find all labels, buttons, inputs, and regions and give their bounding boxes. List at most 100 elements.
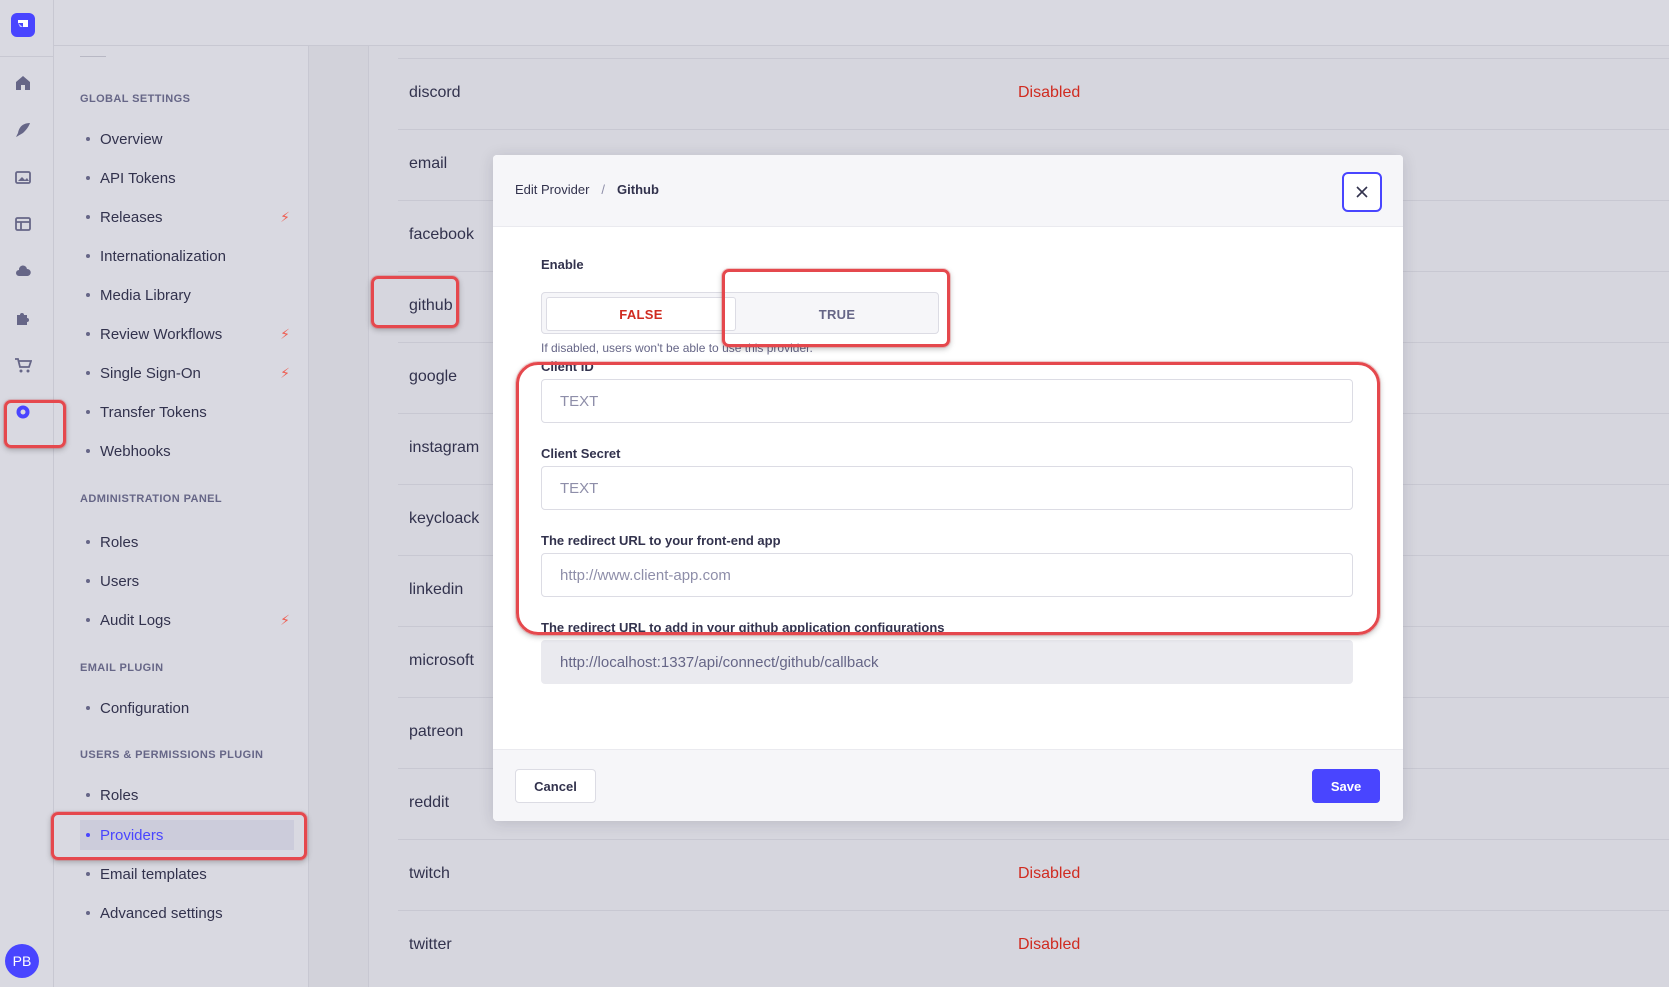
- bullet: [86, 579, 90, 583]
- bullet: [86, 293, 90, 297]
- status-badge: Disabled: [1018, 936, 1081, 953]
- subnav-item-users[interactable]: Users: [80, 566, 294, 596]
- subnav-item-advanced-settings[interactable]: Advanced settings: [80, 898, 294, 928]
- subnav-item-up-roles[interactable]: Roles: [80, 780, 294, 810]
- bullet: [86, 449, 90, 453]
- subnav-item-label: Overview: [100, 130, 163, 148]
- provider-name: linkedin: [409, 581, 464, 598]
- subnav-item-webhooks[interactable]: Webhooks: [80, 436, 294, 466]
- settings-icon[interactable]: [11, 400, 35, 424]
- home-icon[interactable]: [11, 71, 35, 95]
- subnav-item-email-templates[interactable]: Email templates: [80, 859, 294, 889]
- subnav-item-api-tokens[interactable]: API Tokens: [80, 163, 294, 193]
- provider-name: microsoft: [409, 652, 474, 669]
- table-row[interactable]: twitter Disabled: [398, 910, 1669, 981]
- close-button[interactable]: [1342, 172, 1382, 212]
- subnav-item-label: Releases: [100, 208, 163, 226]
- subnav-item-label: Media Library: [100, 286, 191, 304]
- media-icon[interactable]: [11, 165, 35, 189]
- redirect-config-label: The redirect URL to add in your github a…: [541, 620, 945, 635]
- table-row[interactable]: discord Disabled: [398, 58, 1669, 129]
- subnav-item-label: Single Sign-On: [100, 364, 201, 382]
- modal-header: Edit Provider / Github: [493, 155, 1403, 227]
- client-secret-input[interactable]: TEXT: [541, 466, 1353, 510]
- subnav-item-review-workflows[interactable]: Review Workflows ⚡: [80, 319, 294, 349]
- subnav-item-admin-roles[interactable]: Roles: [80, 527, 294, 557]
- subnav-item-label: API Tokens: [100, 169, 176, 187]
- subnav-item-providers[interactable]: Providers: [80, 820, 294, 850]
- cloud-icon[interactable]: [11, 259, 35, 283]
- subnav-item-label: Audit Logs: [100, 611, 171, 629]
- subnav-item-label: Providers: [100, 826, 164, 844]
- bullet: [86, 706, 90, 710]
- bullet: [86, 793, 90, 797]
- save-button[interactable]: Save: [1312, 769, 1380, 803]
- lightning-icon: ⚡: [280, 611, 290, 628]
- subnav-item-label: Transfer Tokens: [100, 403, 207, 421]
- feather-icon[interactable]: [11, 118, 35, 142]
- client-secret-label: Client Secret: [541, 446, 621, 461]
- cart-icon[interactable]: [11, 353, 35, 377]
- client-id-label: Client ID: [541, 359, 594, 374]
- enable-true-option[interactable]: TRUE: [742, 297, 932, 331]
- subnav-item-transfer-tokens[interactable]: Transfer Tokens: [80, 397, 294, 427]
- breadcrumb-parent: Edit Provider: [515, 182, 590, 197]
- subnav-item-label: Users: [100, 572, 140, 590]
- provider-name: reddit: [409, 794, 450, 811]
- provider-name: discord: [409, 84, 461, 101]
- subnav-item-label: Webhooks: [100, 442, 171, 460]
- rail-divider: [0, 56, 54, 57]
- provider-name: keycloack: [409, 510, 480, 527]
- subnav-item-configuration[interactable]: Configuration: [80, 693, 294, 723]
- subnav-item-label: Review Workflows: [100, 325, 223, 343]
- avatar[interactable]: PB: [5, 944, 39, 978]
- provider-name: twitter: [409, 936, 452, 953]
- bullet: [86, 371, 90, 375]
- close-icon: [1356, 186, 1368, 198]
- enable-toggle: FALSE TRUE: [541, 292, 939, 334]
- subnav-item-label: Roles: [100, 533, 139, 551]
- puzzle-icon[interactable]: [11, 306, 35, 330]
- bullet: [86, 332, 90, 336]
- lightning-icon: ⚡: [280, 364, 290, 381]
- subnav-item-overview[interactable]: Overview: [80, 124, 294, 154]
- section-title-global-settings: GLOBAL SETTINGS: [80, 93, 191, 105]
- breadcrumb-separator: /: [601, 182, 606, 197]
- provider-name: email: [409, 155, 448, 172]
- content-gutter: [309, 46, 369, 987]
- lightning-icon: ⚡: [280, 208, 290, 225]
- subnav-item-label: Internationalization: [100, 247, 226, 265]
- bullet: [86, 618, 90, 622]
- subnav-item-audit-logs[interactable]: Audit Logs ⚡: [80, 605, 294, 635]
- logo-icon[interactable]: [11, 13, 35, 37]
- status-badge: Disabled: [1018, 84, 1081, 101]
- client-id-input[interactable]: TEXT: [541, 379, 1353, 423]
- redirect-front-input[interactable]: http://www.client-app.com: [541, 553, 1353, 597]
- top-bar: [54, 0, 1669, 46]
- layout-icon[interactable]: [11, 212, 35, 236]
- bullet: [86, 911, 90, 915]
- table-row[interactable]: twitch Disabled: [398, 839, 1669, 910]
- provider-name: twitch: [409, 865, 450, 882]
- lightning-icon: ⚡: [280, 325, 290, 342]
- subnav-item-internationalization[interactable]: Internationalization: [80, 241, 294, 271]
- subnav-item-label: Roles: [100, 786, 139, 804]
- provider-name: patreon: [409, 723, 464, 740]
- bullet: [86, 137, 90, 141]
- bullet: [86, 215, 90, 219]
- section-title-administration-panel: ADMINISTRATION PANEL: [80, 493, 223, 505]
- provider-name: github: [409, 297, 453, 314]
- subnav-item-single-sign-on[interactable]: Single Sign-On ⚡: [80, 358, 294, 388]
- redirect-config-field: http://localhost:1337/api/connect/github…: [541, 640, 1353, 684]
- section-title-email-plugin: EMAIL PLUGIN: [80, 662, 164, 674]
- enable-label: Enable: [541, 257, 584, 272]
- subnav-item-media-library[interactable]: Media Library: [80, 280, 294, 310]
- subnav-item-label: Email templates: [100, 865, 207, 883]
- cancel-button[interactable]: Cancel: [515, 769, 596, 803]
- enable-false-option[interactable]: FALSE: [546, 297, 736, 331]
- settings-subnav: GLOBAL SETTINGS Overview API Tokens Rele…: [54, 46, 309, 987]
- provider-name: instagram: [409, 439, 480, 456]
- subnav-item-releases[interactable]: Releases ⚡: [80, 202, 294, 232]
- modal-footer: Cancel Save: [493, 749, 1403, 821]
- breadcrumb: Edit Provider / Github: [515, 182, 659, 197]
